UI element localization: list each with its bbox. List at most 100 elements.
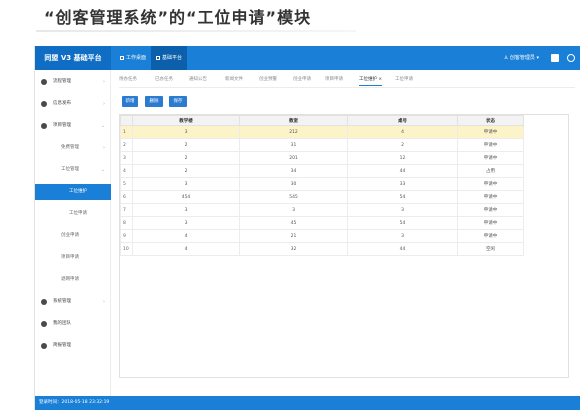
table-row[interactable]: 7 3 3 3 申请中 [120,203,524,217]
sidebar-item[interactable]: 项目申请 [35,250,111,266]
table-cell[interactable]: 申请中 [457,125,524,139]
table-cell[interactable]: 33 [347,177,458,191]
table-cell[interactable]: 3 [239,203,348,217]
sidebar-item-label: 项目管理 [53,123,71,128]
sidebar-item[interactable]: 我的团队 [35,316,111,332]
table-cell[interactable]: 54 [347,190,458,204]
table-cell[interactable]: 4 [132,229,240,243]
table-cell[interactable]: 申请中 [457,203,524,217]
table-cell[interactable]: 申请中 [457,177,524,191]
row-number: 3 [120,151,133,165]
table-row[interactable]: 9 4 21 3 申请中 [120,229,524,243]
sidebar-item[interactable]: 流程管理 › [35,74,111,90]
app-window: 同盟 V3 基础平台 工作桌面 基础平台 ♙ 创客管理员 ▾ 流程管理 › 信息发布… [34,46,580,410]
table-row[interactable]: 1 3 212 4 申请中 [120,125,524,139]
table-row[interactable]: 3 2 201 12 申请中 [120,151,524,165]
table-cell[interactable]: 申请中 [457,151,524,165]
table-cell[interactable]: 32 [239,242,348,256]
column-header[interactable]: 教学楼 [132,115,240,126]
status-bar: 登录时间：2018-05-18 23:32:19 [35,396,580,410]
caption-underline [36,30,356,32]
chevron-icon: › [103,299,105,305]
sidebar-item[interactable]: 项目管理 ⌄ [35,118,111,134]
content-tab[interactable]: 工位申请 [395,74,413,86]
row-number: 9 [120,229,133,243]
table-cell[interactable]: 212 [239,125,348,139]
top-header: 同盟 V3 基础平台 工作桌面 基础平台 ♙ 创客管理员 ▾ [35,46,580,70]
table-cell[interactable]: 申请中 [457,138,524,152]
sidebar-item[interactable]: 简报管理 [35,338,111,354]
sidebar-item[interactable]: 退网申请 [35,272,111,288]
content-tab[interactable]: 待办任务 [119,74,137,86]
table-cell[interactable]: 3 [347,203,458,217]
table-cell[interactable]: 54 [347,216,458,230]
caption-title: “创客管理系统”的“工位申请”模块 [44,8,312,27]
delete-button[interactable]: 删除 [145,96,163,107]
row-number: 6 [120,190,133,204]
content-tab[interactable]: 通知公告 [189,74,207,86]
content-tab[interactable]: 已办任务 [155,74,173,86]
table-cell[interactable]: 申请中 [457,229,524,243]
sidebar-item[interactable]: 系统管理 › [35,294,111,310]
tab-platform[interactable]: 基础平台 [151,46,188,70]
table-cell[interactable]: 44 [347,164,458,178]
sidebar-item[interactable]: 工位管理 ⌄ [35,162,111,178]
menu-bullet-icon [41,299,47,305]
column-header[interactable]: 桌号 [347,115,458,126]
user-menu[interactable]: ♙ 创客管理员 ▾ [504,46,539,70]
table-row[interactable]: 6 454 545 54 申请中 [120,190,524,204]
column-header[interactable]: 教室 [239,115,348,126]
table-cell[interactable]: 4 [132,242,240,256]
table-cell[interactable]: 45 [239,216,348,230]
desktop-icon [120,55,124,60]
column-header[interactable] [120,115,133,126]
sidebar-item[interactable]: 信息发布 › [35,96,111,112]
table-cell[interactable]: 201 [239,151,348,165]
content-tab[interactable]: 项目申请 [325,74,343,86]
content-tab[interactable]: 工位维护 × [359,74,383,86]
table-cell[interactable]: 454 [132,190,240,204]
table-cell[interactable]: 占用 [457,164,524,178]
content-tab[interactable]: 创业申请 [293,74,311,86]
sidebar-item[interactable]: 创业申请 [35,228,111,244]
table-row[interactable]: 8 3 45 54 申请中 [120,216,524,230]
content-tab[interactable]: 创业预警 [259,74,277,86]
table-row[interactable]: 2 2 31 2 申请中 [120,138,524,152]
table-cell[interactable]: 30 [239,177,348,191]
table-cell[interactable]: 21 [239,229,348,243]
mail-icon[interactable] [551,54,559,62]
table-cell[interactable]: 31 [239,138,348,152]
table-cell[interactable]: 4 [347,125,458,139]
table-cell[interactable]: 545 [239,190,348,204]
power-icon[interactable] [567,54,575,62]
tab-workbench[interactable]: 工作桌面 [115,46,151,70]
table-cell[interactable]: 2 [132,164,240,178]
table-cell[interactable]: 3 [132,216,240,230]
table-cell[interactable]: 12 [347,151,458,165]
table-row[interactable]: 10 4 32 44 空闲 [120,242,524,256]
table-cell[interactable]: 3 [132,177,240,191]
column-header[interactable]: 状态 [457,115,524,126]
menu-bullet-icon [41,79,47,85]
table-cell[interactable]: 3 [132,125,240,139]
table-cell[interactable]: 3 [132,203,240,217]
table-cell[interactable]: 44 [347,242,458,256]
save-button[interactable]: 保存 [169,96,187,107]
table-cell[interactable]: 申请中 [457,216,524,230]
add-button[interactable]: 新增 [122,96,138,107]
table-cell[interactable]: 2 [347,138,458,152]
sidebar-item[interactable]: 工位维护 [35,184,111,200]
table-row[interactable]: 4 2 34 44 占用 [120,164,524,178]
table-cell[interactable]: 2 [132,151,240,165]
table-header: 教学楼 教室 桌号 状态 [120,115,524,126]
sidebar-item[interactable]: 工位申请 [35,206,111,222]
content-tab[interactable]: 新闻文件 [225,74,243,86]
table-row[interactable]: 5 3 30 33 申请中 [120,177,524,191]
table-cell[interactable]: 3 [347,229,458,243]
row-number: 2 [120,138,133,152]
table-cell[interactable]: 2 [132,138,240,152]
sidebar-item[interactable]: 免费管理 › [35,140,111,156]
table-cell[interactable]: 34 [239,164,348,178]
table-cell[interactable]: 申请中 [457,190,524,204]
table-cell[interactable]: 空闲 [457,242,524,256]
